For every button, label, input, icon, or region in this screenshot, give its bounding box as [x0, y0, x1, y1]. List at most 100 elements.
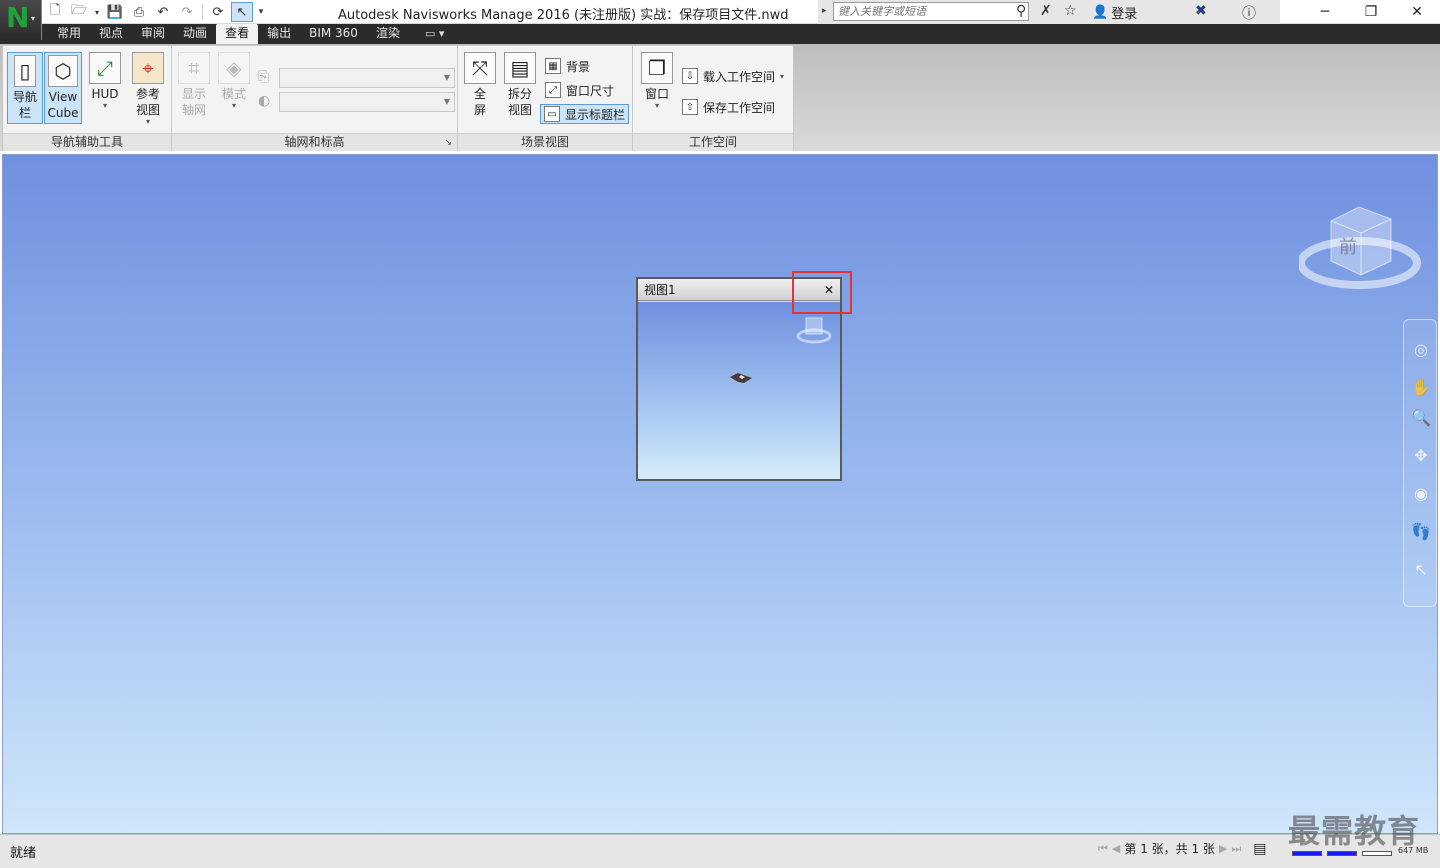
reference-view-button[interactable]: ⌖ 参考 视图 ▾: [129, 52, 167, 126]
split-view-button[interactable]: ▤ 拆分 视图: [502, 52, 538, 118]
grid-color-icon: ◐: [258, 93, 271, 109]
panel-grids-levels: ⌗ 显示 轴网 ◈ 模式 ▾ ⎘ ◐ ▼ ▼ 轴网和标高 ↘: [172, 46, 458, 151]
panel-workspace: ❐ 窗口 ▾ ⇩ 载入工作空间 ▾ ⇧ 保存工作空间 工作空间: [633, 46, 793, 151]
search-input[interactable]: [833, 2, 1029, 21]
binoculars-icon[interactable]: ⚲: [1016, 3, 1026, 19]
zoom-window-icon[interactable]: 🔍: [1411, 408, 1431, 428]
reference-map-icon: ⌖: [132, 52, 164, 84]
walk-footsteps-icon[interactable]: 👣: [1411, 522, 1431, 542]
tab-view[interactable]: 查看: [216, 24, 259, 44]
first-sheet-icon[interactable]: ⏮: [1098, 842, 1108, 856]
redo-icon[interactable]: ↷: [176, 2, 198, 22]
login-button[interactable]: 👤 登录 ▾: [1092, 3, 1200, 22]
window-size-icon: ⤢: [545, 82, 561, 98]
viewcube[interactable]: 前: [1297, 199, 1425, 319]
load-workspace-button[interactable]: ⇩ 载入工作空间 ▾: [679, 66, 787, 86]
panel-title-workspace: 工作空间: [633, 133, 793, 151]
watermark: 最需教育: [1288, 812, 1421, 850]
qat-customize-icon[interactable]: ▾: [255, 2, 267, 22]
refresh-icon[interactable]: ⟳: [207, 2, 229, 22]
fullscreen-icon: ⤧: [464, 52, 496, 84]
windows-button[interactable]: ❐ 窗口 ▾: [639, 52, 675, 110]
open-file-icon[interactable]: 🗁: [68, 2, 90, 22]
next-sheet-icon[interactable]: ▶: [1219, 842, 1227, 855]
tab-bim360[interactable]: BIM 360: [300, 24, 367, 44]
undo-icon[interactable]: ↶: [152, 2, 174, 22]
window-size-button[interactable]: ⤢ 窗口尺寸: [542, 80, 617, 100]
save-icon[interactable]: 💾: [104, 2, 126, 22]
subscription-icon[interactable]: ✗: [1040, 3, 1052, 19]
last-sheet-icon[interactable]: ⏭: [1231, 842, 1241, 856]
sheet-navigator: ⏮ ◀ 第 1 张，共 1 张 ▶ ⏭ ▤: [1098, 840, 1267, 857]
infocenter: ▸ ⚲ ✗ ☆ ✖ ⓘ: [818, 0, 1280, 24]
panel-title-grids-levels: 轴网和标高: [172, 133, 457, 151]
search-collapse-icon[interactable]: ▸: [822, 6, 827, 16]
select-cursor-icon[interactable]: ↖: [231, 2, 253, 22]
grid-level-select[interactable]: ▼: [279, 92, 455, 112]
navigation-bar-icon: ▯: [14, 55, 36, 87]
status-bar: 就绪 ⏮ ◀ 第 1 张，共 1 张 ▶ ⏭ ▤ 647 MB: [0, 834, 1440, 868]
ribbon-panels: ▯ 导航 栏 ⬡ View Cube ⤢ HUD ▾ ⌖ 参考 视图 ▾ 导航辅…: [2, 45, 794, 151]
active-grid-icon: ⎘: [258, 69, 270, 85]
steeringwheel-icon[interactable]: ◎: [1411, 340, 1431, 360]
open-dropdown-icon[interactable]: ▾: [92, 2, 102, 22]
view-window-canvas[interactable]: [638, 302, 840, 479]
status-text: 就绪: [10, 846, 37, 861]
grid-mode-button[interactable]: ◈ 模式 ▾: [216, 52, 252, 110]
save-workspace-button[interactable]: ⇧ 保存工作空间: [679, 97, 778, 117]
close-button[interactable]: ✕: [1394, 0, 1440, 24]
background-button[interactable]: ▦ 背景: [542, 56, 593, 76]
fullscreen-button[interactable]: ⤧ 全 屏: [462, 52, 498, 118]
ribbon-tabs: 常用 视点 审阅 动画 查看 输出 BIM 360 渲染 ▭ ▾: [48, 24, 444, 44]
login-dropdown-icon[interactable]: ▾: [1196, 8, 1200, 17]
panel-title-navigation-aids: 导航辅助工具: [3, 133, 171, 151]
select-pointer-icon[interactable]: ↖: [1411, 560, 1431, 580]
load-workspace-dropdown-icon: ▾: [780, 71, 785, 81]
look-eye-icon[interactable]: ◉: [1411, 484, 1431, 504]
layers-mode-icon: ◈: [218, 52, 250, 84]
windows-icon: ❐: [641, 52, 673, 84]
hud-button[interactable]: ⤢ HUD ▾: [87, 52, 123, 110]
panel-launcher-icon[interactable]: ↘: [444, 138, 452, 148]
sheet-info: 第 1 张，共 1 张: [1124, 842, 1215, 856]
panel-scene-view: ⤧ 全 屏 ▤ 拆分 视图 ▦ 背景 ⤢ 窗口尺寸 ▭ 显示标题栏 场景视图: [458, 46, 633, 151]
help-icon[interactable]: ⓘ: [1242, 3, 1256, 23]
user-icon: 👤: [1092, 5, 1109, 20]
ribbon-tab-bar: 常用 视点 审阅 动画 查看 输出 BIM 360 渲染 ▭ ▾: [0, 24, 1440, 44]
minimize-button[interactable]: ─: [1302, 0, 1348, 24]
navigation-bar-button[interactable]: ▯ 导航 栏: [7, 52, 43, 124]
active-grid-select[interactable]: ▼: [279, 68, 455, 88]
save-workspace-icon: ⇧: [682, 99, 698, 115]
show-title-bar-button[interactable]: ▭ 显示标题栏: [540, 104, 630, 124]
panel-title-scene-view: 场景视图: [458, 133, 632, 151]
restore-button[interactable]: ❐: [1348, 0, 1394, 24]
app-menu-dropdown-icon: ▾: [31, 14, 36, 23]
panel-navigation-aids: ▯ 导航 栏 ⬡ View Cube ⤢ HUD ▾ ⌖ 参考 视图 ▾ 导航辅…: [3, 46, 172, 151]
window-title: Autodesk Navisworks Manage 2016 (未注册版) 实…: [338, 8, 789, 23]
orbit-icon[interactable]: ✥: [1411, 446, 1431, 466]
tab-animation[interactable]: 动画: [174, 24, 216, 44]
new-file-icon[interactable]: 🗋: [44, 2, 66, 22]
navigation-bar: ◎ ✋ 🔍 ✥ ◉ 👣 ↖: [1403, 319, 1437, 607]
background-icon: ▦: [545, 58, 561, 74]
hud-axes-icon: ⤢: [89, 52, 121, 84]
quick-access-toolbar: 🗋 🗁 ▾ 💾 ⎙ ↶ ↷ ⟳ ↖ ▾: [44, 0, 267, 24]
show-grid-button[interactable]: ⌗ 显示 轴网: [176, 52, 212, 118]
tab-home[interactable]: 常用: [48, 24, 90, 44]
application-menu-button[interactable]: N ▾: [0, 0, 42, 40]
print-icon[interactable]: ⎙: [128, 2, 150, 22]
sheet-browser-icon[interactable]: ▤: [1253, 841, 1266, 857]
pan-hand-icon[interactable]: ✋: [1411, 378, 1431, 398]
ribbon-display-toggle-icon[interactable]: ▭ ▾: [425, 24, 444, 44]
tab-viewpoint[interactable]: 视点: [90, 24, 132, 44]
split-view-icon: ▤: [504, 52, 536, 84]
tab-output[interactable]: 输出: [258, 24, 300, 44]
scene-viewport[interactable]: 前 ◎ ✋ 🔍 ✥ ◉ 👣 ↖: [2, 154, 1438, 834]
highlight-box: [792, 271, 852, 314]
prev-sheet-icon[interactable]: ◀: [1112, 842, 1120, 855]
viewcube-button[interactable]: ⬡ View Cube: [44, 52, 82, 124]
load-workspace-icon: ⇩: [682, 68, 698, 84]
tab-review[interactable]: 审阅: [132, 24, 174, 44]
favorites-star-icon[interactable]: ☆: [1064, 3, 1077, 19]
tab-render[interactable]: 渲染: [367, 24, 409, 44]
